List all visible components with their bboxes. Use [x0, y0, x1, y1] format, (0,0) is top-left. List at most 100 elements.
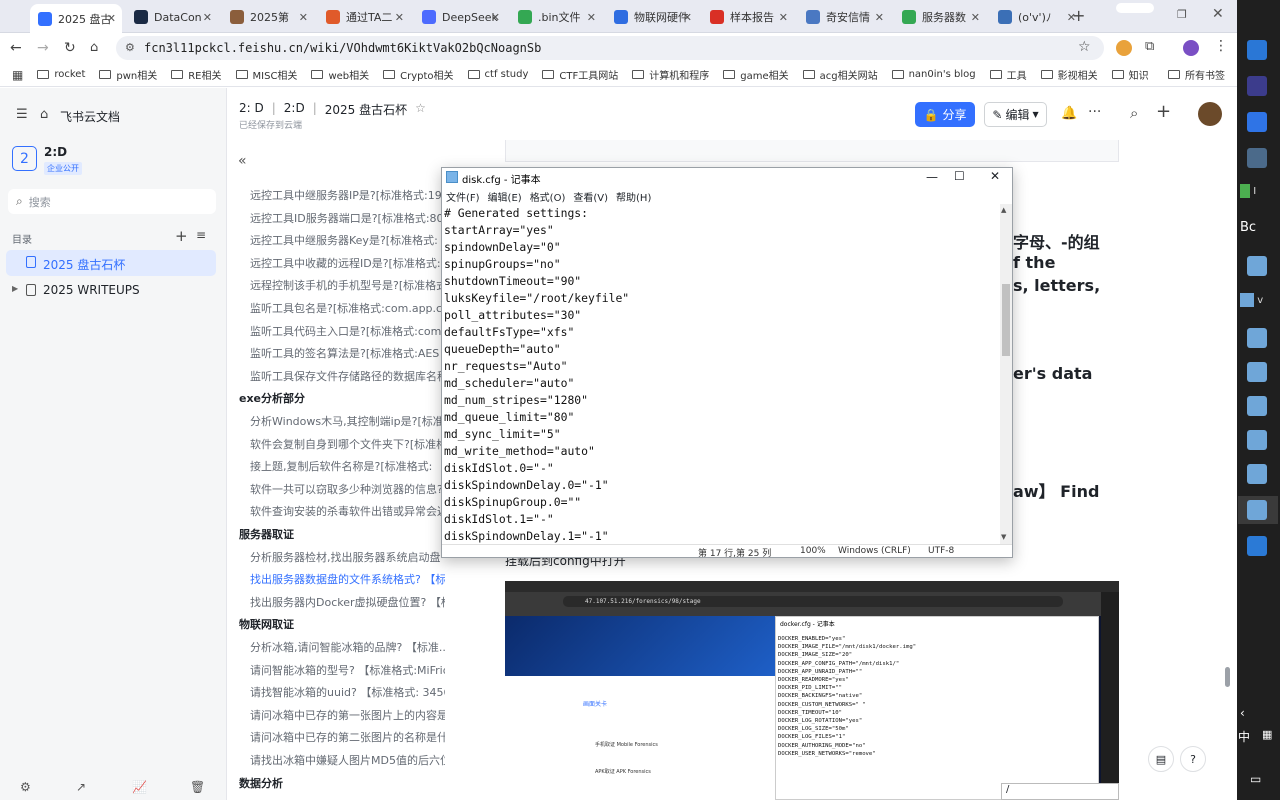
notepad-icon[interactable]	[1247, 464, 1267, 484]
vscode-icon[interactable]	[1247, 536, 1267, 556]
notepad-icon[interactable]	[1247, 396, 1267, 416]
toc-item[interactable]: 请问冰箱中已存的第一张图片上的内容是...	[250, 707, 445, 723]
profile-pill[interactable]	[1116, 3, 1154, 13]
scroll-down-icon[interactable]: ▼	[1001, 533, 1006, 541]
browser-tab[interactable]: 奇安信情 ✕	[798, 4, 890, 30]
toc-item[interactable]: 远控工具中继服务器IP是?[标准格式:19	[250, 187, 445, 203]
bookmark-item[interactable]: pwn相关	[99, 67, 157, 82]
minimize-icon[interactable]: —	[926, 170, 938, 184]
scroll-up-icon[interactable]: ▲	[1001, 206, 1006, 214]
bookmark-item[interactable]: 计算机和程序	[632, 67, 709, 82]
toc-section[interactable]: 物联网取证	[239, 616, 434, 632]
toc-item[interactable]: 请找出冰箱中嫌疑人图片MD5值的后六位...	[250, 752, 445, 768]
notepad-icon[interactable]	[1247, 500, 1267, 520]
tree-options-icon[interactable]: ≡	[196, 228, 206, 242]
profile-avatar-icon[interactable]	[1183, 40, 1199, 56]
scroll-thumb[interactable]	[1002, 284, 1010, 356]
address-bar[interactable]: fcn3l11pckcl.feishu.cn/wiki/VOhdwmt6Kikt…	[116, 36, 1104, 60]
toc-item[interactable]: 找出服务器内Docker虚拟硬盘位置? 【标...	[250, 594, 445, 610]
bookmark-item[interactable]: ctf study	[467, 67, 528, 82]
toc-item[interactable]: 远控工具中收藏的远程ID是?[标准格式:	[250, 255, 445, 271]
user-avatar[interactable]	[1198, 102, 1222, 126]
browser-tab[interactable]: 2025第 ✕	[222, 4, 314, 30]
bookmark-item[interactable]: 知识	[1111, 67, 1149, 82]
space-icon[interactable]: 2	[12, 146, 37, 171]
toc-section[interactable]: 数据分析	[239, 775, 434, 791]
bell-icon[interactable]: 🔔	[1061, 106, 1077, 121]
grid-icon[interactable]: ▦	[1262, 728, 1272, 741]
more-icon[interactable]: ···	[1088, 104, 1101, 120]
notepad-menu-item[interactable]: 文件(F)	[446, 189, 480, 204]
trash-icon[interactable]: 🗑	[190, 780, 205, 794]
toc-item[interactable]: 请找智能冰箱的uuid? 【标准格式: 34567...	[250, 684, 445, 700]
close-tab-icon[interactable]: ✕	[587, 11, 596, 24]
add-page-icon[interactable]: +	[175, 227, 188, 245]
browser-tab[interactable]: 2025 盘古 ✕	[30, 4, 122, 33]
bookmark-item[interactable]: nan0in's blog	[891, 67, 976, 82]
bookmark-item[interactable]: web相关	[311, 67, 369, 82]
notification-icon[interactable]: ▭	[1250, 772, 1261, 786]
notepad-text-area[interactable]: # Generated settings: startArray="yes" spi…	[444, 205, 1001, 543]
browser-tab[interactable]: .bin文件 ✕	[510, 4, 602, 30]
expand-arrow-icon[interactable]: ▶	[12, 284, 18, 293]
notepad-icon[interactable]	[1247, 362, 1267, 382]
edge-icon[interactable]	[1247, 40, 1267, 60]
toc-item[interactable]: 监听工具代码主入口是?[标准格式:com	[250, 323, 445, 339]
help-icon[interactable]: ?	[1180, 746, 1206, 772]
chevron-left-icon[interactable]: ‹	[1240, 706, 1245, 720]
tree-item-pangu[interactable]: 2025 盘古石杯	[43, 256, 125, 273]
tree-item-writeups[interactable]: 2025 WRITEUPS	[43, 283, 140, 297]
bookmark-item[interactable]: CTF工具网站	[542, 67, 618, 82]
close-tab-icon[interactable]: ✕	[395, 11, 404, 24]
toc-item[interactable]: 监听工具包名是?[标准格式:com.app.cp	[250, 300, 445, 316]
close-tab-icon[interactable]: ✕	[203, 11, 212, 24]
dock-item[interactable]: v	[1240, 293, 1280, 307]
notepad-icon[interactable]	[1247, 430, 1267, 450]
menu-kebab-icon[interactable]: ⋮	[1214, 38, 1228, 54]
toc-item[interactable]: 分析冰箱,请问智能冰箱的品牌? 【标准...	[250, 639, 445, 655]
notepad-icon[interactable]	[1247, 256, 1267, 276]
toc-item[interactable]: 接上题,复制后软件名称是?[标准格式:	[250, 458, 445, 474]
notepad-scrollbar[interactable]: ▲ ▼	[1000, 204, 1012, 544]
brand-title[interactable]: 飞书云文档	[60, 108, 120, 125]
toc-item[interactable]: 软件会复制自身到哪个文件夹下?[标准格	[250, 436, 445, 452]
browser-tab[interactable]: 样本报告 ✕	[702, 4, 794, 30]
toc-item[interactable]: 远程控制该手机的手机型号是?[标准格式	[250, 277, 445, 293]
toc-item[interactable]: 请问智能冰箱的型号? 【标准格式:MiFridg...	[250, 662, 445, 678]
close-tab-icon[interactable]: ✕	[683, 11, 692, 24]
breadcrumb-item[interactable]: 2: D	[239, 101, 264, 118]
bookmark-item[interactable]: Crypto相关	[383, 67, 454, 82]
bookmark-item[interactable]: MISC相关	[235, 67, 297, 82]
settings-gear-icon[interactable]: ⚙	[20, 780, 31, 794]
home-icon[interactable]: ⌂	[90, 40, 98, 55]
toc-section[interactable]: exe分析部分	[239, 390, 434, 406]
collapse-toc-icon[interactable]: «	[238, 153, 247, 169]
restore-icon[interactable]: ❐	[1177, 8, 1187, 21]
back-icon[interactable]: ←	[10, 40, 22, 56]
dock-item[interactable]: I	[1240, 184, 1280, 198]
toc-item[interactable]: 监听工具保存文件存储路径的数据库名称	[250, 368, 445, 384]
browser-tab[interactable]: (o'v')ﾉ ✕	[990, 4, 1082, 30]
search-input[interactable]: ⌕ 搜索	[8, 189, 216, 214]
toc-item[interactable]: 软件一共可以窃取多少种浏览器的信息?[	[250, 481, 445, 497]
home-doc-icon[interactable]: ⌂	[40, 107, 48, 122]
overlay-input[interactable]: /	[1001, 783, 1119, 800]
toc-item[interactable]: 分析Windows木马,其控制端ip是?[标准	[250, 413, 445, 429]
edit-button[interactable]: ✎ 编辑 ▼	[984, 102, 1047, 127]
extension-icon[interactable]	[1116, 40, 1132, 56]
close-tab-icon[interactable]: ✕	[107, 12, 116, 25]
toc-item[interactable]: 请问冰箱中已存的第二张图片的名称是什...	[250, 729, 445, 745]
outline-float-icon[interactable]: ▤	[1148, 746, 1174, 772]
app-icon[interactable]	[1247, 112, 1267, 132]
close-tab-icon[interactable]: ✕	[779, 11, 788, 24]
close-tab-icon[interactable]: ✕	[491, 11, 500, 24]
embedded-screenshot[interactable]: 47.107.51.216/forensics/98/stage 画面关卡 手机…	[505, 581, 1119, 800]
extensions-puzzle-icon[interactable]: ⧉	[1145, 39, 1154, 54]
notepad-menu-item[interactable]: 帮助(H)	[616, 189, 651, 204]
apps-grid-icon[interactable]: ▦	[12, 68, 23, 82]
space-name[interactable]: 2:D	[44, 145, 67, 159]
close-tab-icon[interactable]: ✕	[875, 11, 884, 24]
breadcrumb-current[interactable]: 2025 盘古石杯	[325, 101, 407, 118]
maximize-icon[interactable]: ☐	[954, 169, 965, 183]
notepad-icon[interactable]	[1247, 328, 1267, 348]
